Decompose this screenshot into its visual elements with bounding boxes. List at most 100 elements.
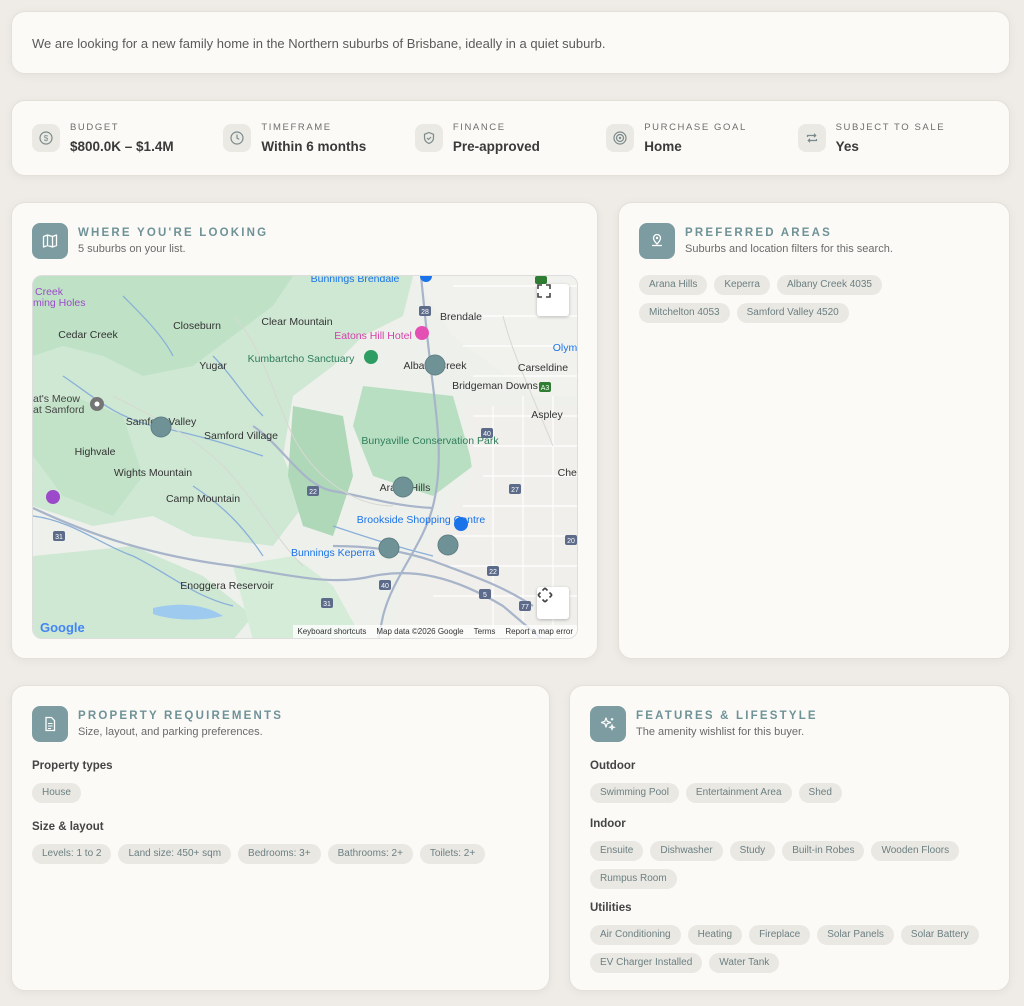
stat-timeframe: TIMEFRAME Within 6 months [223,101,414,175]
stat-label: TIMEFRAME [261,122,332,133]
size-chip: Toilets: 2+ [419,844,486,864]
fullscreen-button[interactable] [537,284,569,316]
map-label-wights-mountain: Wights Mountain [114,467,192,479]
map-label-at-samford: at Samford [33,404,85,416]
feature-chip: Solar Panels [817,925,894,945]
google-logo-text: Google [40,620,85,635]
map-label-cher: Cher [558,467,578,479]
area-chip: Mitchelton 4053 [639,303,730,323]
area-chip: Arana Hills [639,275,708,295]
map-label-yugar: Yugar [199,360,227,372]
report-error-link[interactable]: Report a map error [505,627,573,636]
svg-text:20: 20 [567,538,575,545]
feature-chip: EV Charger Installed [590,953,703,973]
location-pin-icon [639,223,675,259]
stat-value: Yes [835,139,859,154]
sparkles-icon [590,706,626,742]
section-subtitle: Size, layout, and parking preferences. [78,726,263,738]
map-label-bunnings-keperra: Bunnings Keperra [291,547,375,559]
map-label-swimming-holes: ming Holes [33,297,86,309]
map-label-enoggera: Enoggera Reservoir [180,580,274,592]
feature-chip: Air Conditioning [590,925,681,945]
suburb-marker-mitchelton [437,534,459,556]
svg-text:40: 40 [483,431,491,438]
feature-chip: Study [729,841,776,861]
fullscreen-icon [537,284,551,298]
map-label-camp-mountain: Camp Mountain [166,493,240,505]
shield-icon [414,124,443,152]
outdoor-heading: Outdoor [590,760,636,772]
svg-text:77: 77 [521,604,529,611]
size-chip: Bathrooms: 2+ [327,844,413,864]
preferred-areas-card: PREFERRED AREAS Suburbs and location fil… [618,202,1010,659]
feature-chip: Swimming Pool [590,783,679,803]
map-label-kumbartcho: Kumbartcho Sanctuary [248,353,356,365]
section-title: FEATURES & LIFESTYLE [636,710,818,722]
map-data-text: Map data ©2026 Google [376,627,464,636]
property-type-chip: House [32,783,81,803]
map-pan-control[interactable] [537,587,569,619]
area-chip: Keperra [714,275,770,295]
repeat-icon [797,124,826,152]
stat-value: $800.0K – $1.4M [70,139,174,154]
section-title: PREFERRED AREAS [685,227,832,239]
feature-chip: Dishwasher [650,841,723,861]
svg-text:28: 28 [421,309,429,316]
property-types-heading: Property types [32,760,113,772]
map-label-clear-mountain: Clear Mountain [261,316,332,328]
outdoor-chips: Swimming Pool Entertainment Area Shed [590,783,990,803]
feature-chip: Entertainment Area [685,783,792,803]
map-label-cedar-creek: Cedar Creek [58,329,118,341]
svg-text:$: $ [44,134,49,143]
terms-link[interactable]: Terms [474,627,496,636]
feature-chip: Water Tank [709,953,780,973]
suburb-marker-arana-hills [392,476,414,498]
map-icon [32,223,68,259]
suburb-marker-albany-creek [424,354,446,376]
stat-label: SUBJECT TO SALE [835,122,946,133]
map-label-aspley: Aspley [531,409,563,421]
intro-text: We are looking for a new family home in … [32,36,606,51]
stat-finance: FINANCE Pre-approved [414,101,606,175]
feature-chip: Built-in Robes [782,841,865,861]
size-chip: Levels: 1 to 2 [32,844,112,864]
feature-chip: Rumpus Room [590,869,677,889]
size-chip: Bedrooms: 3+ [238,844,321,864]
section-title: WHERE YOU'RE LOOKING [78,227,269,239]
stat-subject-to-sale: SUBJECT TO SALE Yes [797,101,989,175]
area-chip: Albany Creek 4035 [776,275,882,295]
move-icon [537,587,553,603]
section-subtitle: Suburbs and location filters for this se… [685,243,893,255]
indoor-chips: Ensuite Dishwasher Study Built-in Robes … [590,841,990,889]
stat-value: Pre-approved [452,139,540,154]
section-subtitle: The amenity wishlist for this buyer. [636,726,805,738]
svg-text:A3: A3 [541,385,550,392]
suburb-marker-samford-valley [150,416,172,438]
utilities-heading: Utilities [590,902,632,914]
clock-icon [223,124,252,152]
indoor-heading: Indoor [590,818,626,830]
svg-text:22: 22 [489,569,497,576]
intro-card: We are looking for a new family home in … [11,11,1010,74]
suburb-map[interactable]: Cedar Creek Closeburn Clear Mountain Bre… [32,275,578,639]
feature-chip: Solar Battery [900,925,979,945]
buyer-stats-card: $ BUDGET $800.0K – $1.4M TIMEFRAME Withi… [11,100,1010,176]
stat-label: FINANCE [452,122,506,133]
map-label-bridgeman-downs: Bridgeman Downs [452,380,538,392]
map-label-samford-village: Samford Village [204,430,278,442]
svg-text:27: 27 [511,487,519,494]
map-label-olym: Olym [553,342,578,354]
map-label-brendale: Brendale [440,311,482,323]
map-label-closeburn: Closeburn [173,320,221,332]
svg-text:31: 31 [323,601,331,608]
feature-chip: Shed [798,783,842,803]
keyboard-shortcuts-link[interactable]: Keyboard shortcuts [297,627,366,636]
size-layout-heading: Size & layout [32,821,104,833]
target-icon [606,124,635,152]
stat-value: Within 6 months [261,139,367,154]
section-header: PROPERTY REQUIREMENTS Size, layout, and … [32,706,283,742]
map-label-highvale: Highvale [75,446,116,458]
dollar-icon: $ [32,124,60,152]
features-lifestyle-card: FEATURES & LIFESTYLE The amenity wishlis… [569,685,1010,991]
size-chip: Land size: 450+ sqm [118,844,232,864]
